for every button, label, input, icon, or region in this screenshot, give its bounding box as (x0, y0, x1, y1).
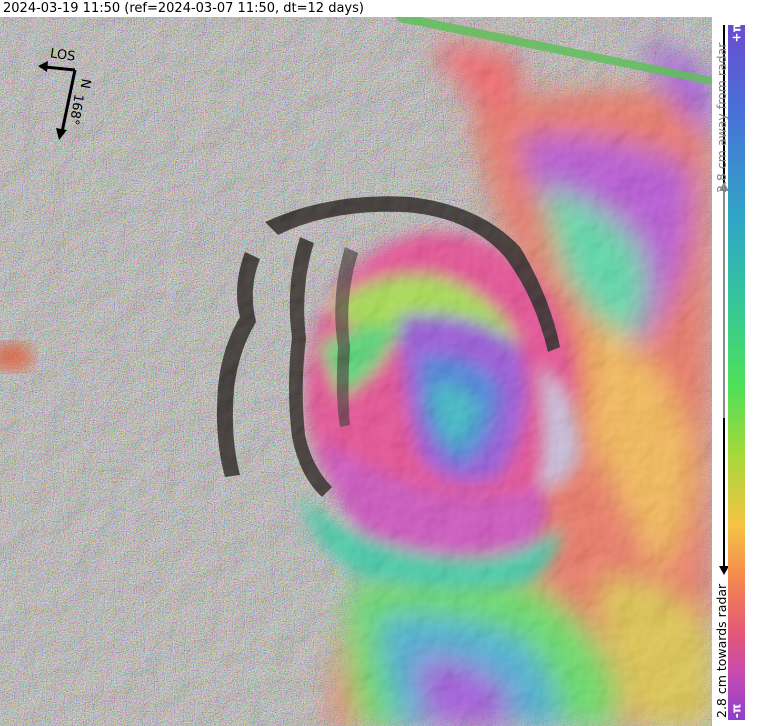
towards-radar-label: 2.8 cm towards radar (714, 583, 729, 718)
colorbar-gradient: +π -π (728, 22, 745, 720)
los-compass: LOS N 168° (30, 40, 110, 150)
away-from-radar-label: 2.8 cm away from radar (714, 42, 729, 193)
image-title: 2024-03-19 11:50 (ref=2024-03-07 11:50, … (0, 0, 713, 17)
away-arrow-line (723, 190, 725, 418)
phase-colorbar: 2.8 cm away from radar 2.8 cm towards ra… (712, 0, 762, 726)
colorbar-bottom-value: -π (729, 703, 744, 719)
colorbar-top-value: +π (729, 22, 744, 43)
